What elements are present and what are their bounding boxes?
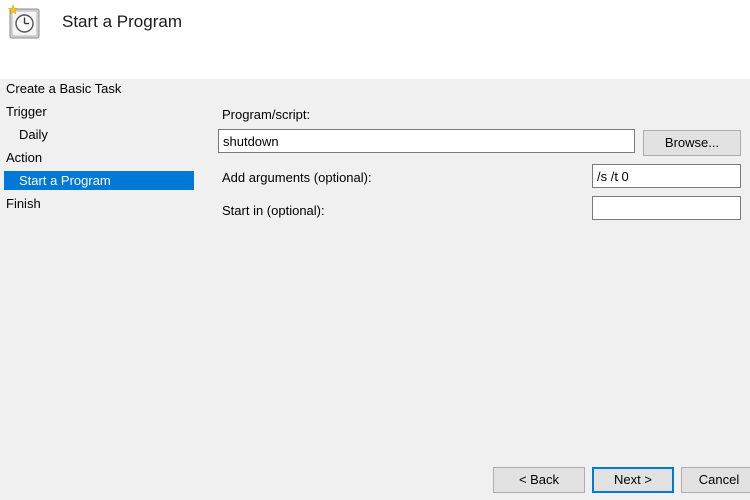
- nav-item-create-basic-task[interactable]: Create a Basic Task: [6, 79, 121, 98]
- start-in-input[interactable]: [592, 196, 741, 220]
- nav-item-start-a-program[interactable]: Start a Program: [4, 171, 194, 190]
- nav-item-action[interactable]: Action: [6, 148, 42, 167]
- wizard-header: Start a Program: [0, 0, 750, 79]
- back-button[interactable]: < Back: [493, 467, 585, 493]
- page-title: Start a Program: [62, 12, 182, 31]
- nav-item-daily[interactable]: Daily: [19, 125, 48, 144]
- bottom-edge: [0, 495, 750, 500]
- add-arguments-input[interactable]: [592, 164, 741, 188]
- task-scheduler-clock-icon: [7, 4, 40, 39]
- add-arguments-label: Add arguments (optional):: [222, 170, 372, 185]
- next-button[interactable]: Next >: [592, 467, 674, 493]
- wizard-body: Create a Basic Task Trigger Daily Action…: [0, 79, 750, 500]
- nav-item-trigger[interactable]: Trigger: [6, 102, 47, 121]
- nav-item-finish[interactable]: Finish: [6, 194, 41, 213]
- browse-button[interactable]: Browse...: [643, 130, 741, 156]
- cancel-button[interactable]: Cancel: [681, 467, 750, 493]
- program-script-input[interactable]: [218, 129, 635, 153]
- program-script-label: Program/script:: [222, 107, 311, 122]
- start-in-label: Start in (optional):: [222, 203, 325, 218]
